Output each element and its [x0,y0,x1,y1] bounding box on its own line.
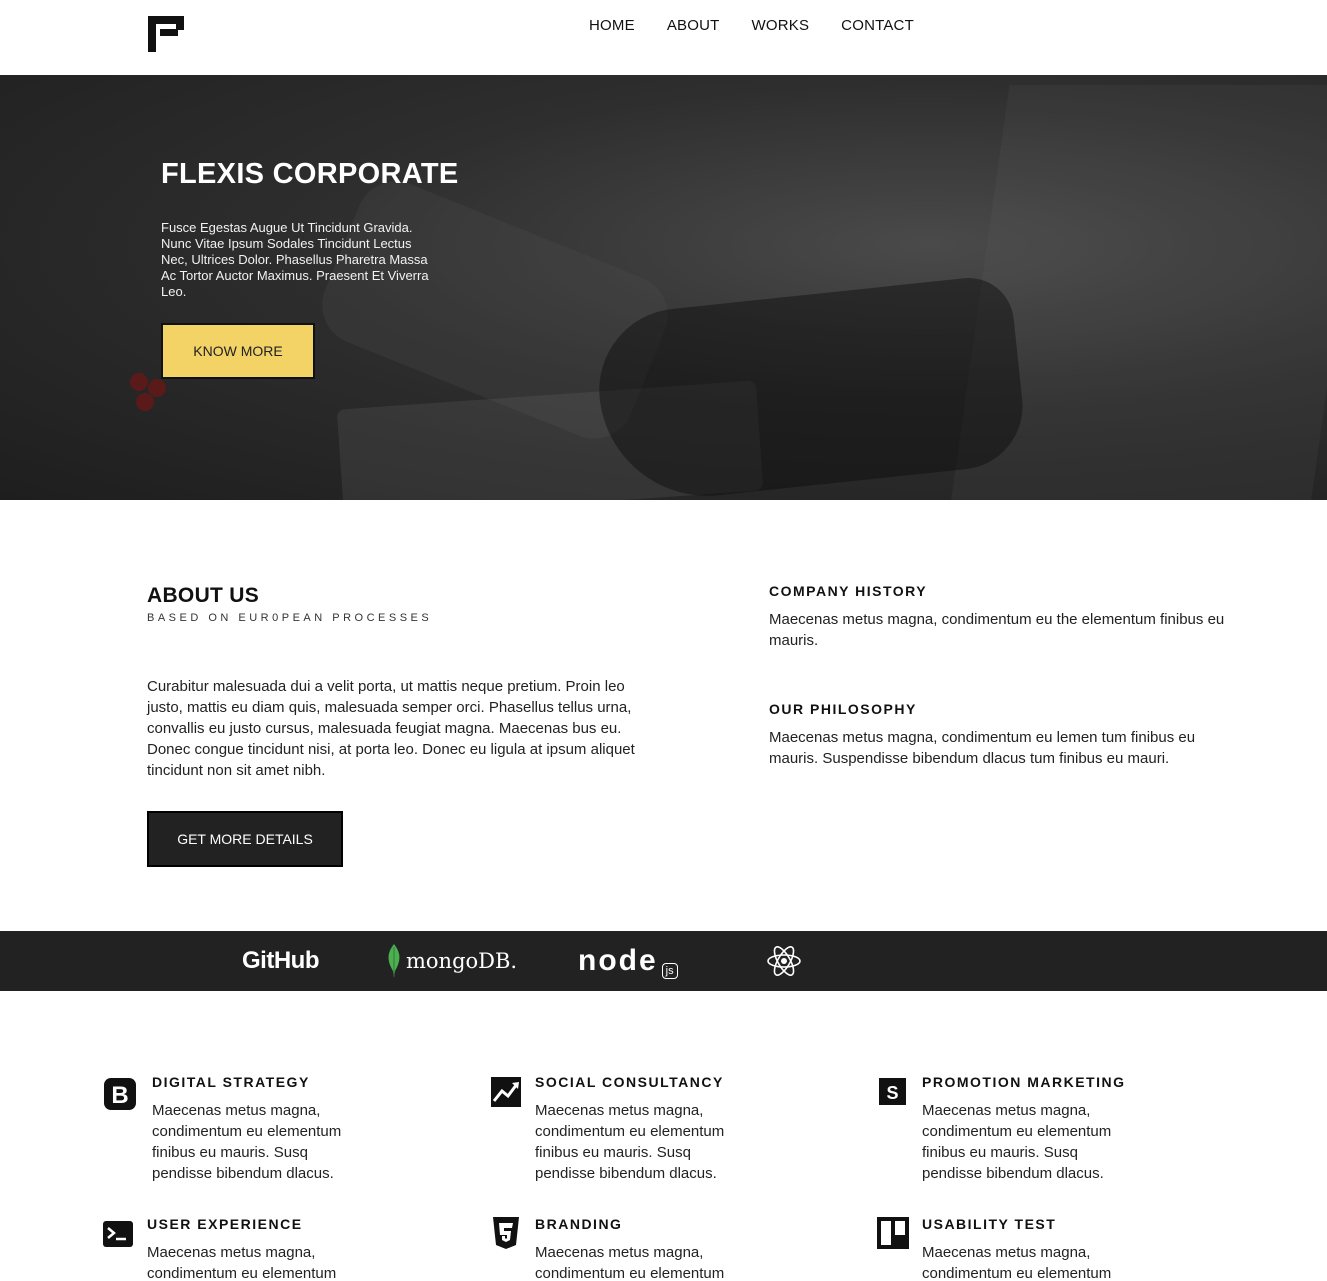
get-more-details-button[interactable]: GET MORE DETAILS [147,811,343,867]
service-title: USABILITY TEST [922,1216,1057,1232]
our-philosophy-title: OUR PHILOSOPHY [769,701,917,717]
s-square-icon: S [879,1078,906,1105]
mongodb-logo: mongoDB. [386,931,517,991]
nodejs-badge: js [661,963,678,979]
hero-title: FLEXIS CORPORATE [161,158,459,190]
svg-text:S: S [886,1083,898,1103]
hero-background-berry [130,373,148,391]
react-atom-icon [767,946,801,976]
service-title: BRANDING [535,1216,623,1232]
nav-contact-link[interactable]: CONTACT [841,17,914,35]
service-title: PROMOTION MARKETING [922,1074,1126,1090]
nodejs-logo: node js [578,931,678,991]
service-title: USER EXPERIENCE [147,1216,303,1232]
technology-logo-strip: GitHub mongoDB. node js [0,931,1327,991]
css3-shield-icon [493,1217,519,1249]
about-subtitle: BASED ON EUR0PEAN PROCESSES [147,612,433,624]
company-history-text: Maecenas metus magna, condimentum eu the… [769,611,1225,649]
service-text: Maecenas metus magna, condimentum eu ele… [535,1244,725,1281]
mongodb-wordmark: mongoDB. [406,949,518,973]
service-text: Maecenas metus magna, condimentum eu ele… [535,1102,725,1182]
service-title: DIGITAL STRATEGY [152,1074,310,1090]
about-paragraph: Curabitur malesuada dui a velit porta, u… [147,678,635,779]
react-logo [766,931,802,991]
nav-works-link[interactable]: WORKS [752,17,810,35]
company-history-title: COMPANY HISTORY [769,583,928,599]
our-philosophy-text: Maecenas metus magna, condimentum eu lem… [769,729,1196,767]
service-text: Maecenas metus magna, condimentum eu ele… [152,1102,342,1182]
nodejs-wordmark: node [578,944,658,977]
flexis-f-logo-icon[interactable] [147,15,185,53]
about-title: ABOUT US [147,584,260,607]
terminal-icon [103,1221,133,1247]
service-text: Maecenas metus magna, condimentum eu ele… [922,1102,1112,1182]
site-header: HOME ABOUT WORKS CONTACT [0,0,1327,75]
line-chart-icon [491,1077,521,1107]
hero-background-berry [136,393,154,411]
nav-about-link[interactable]: ABOUT [667,17,720,35]
github-logo: GitHub [242,947,319,974]
nav-home-link[interactable]: HOME [589,17,635,35]
service-title: SOCIAL CONSULTANCY [535,1074,724,1090]
mongodb-leaf-icon [388,944,400,978]
service-text: Maecenas metus magna, condimentum eu ele… [147,1244,337,1281]
trello-board-icon [877,1217,909,1249]
know-more-button[interactable]: KNOW MORE [161,323,315,379]
main-nav: HOME ABOUT WORKS CONTACT [589,17,914,35]
service-text: Maecenas metus magna, condimentum eu ele… [922,1244,1112,1281]
hero-description: Fusce Egestas Augue Ut Tincidunt Gravida… [161,220,429,299]
bootstrap-b-icon: B [104,1078,136,1110]
svg-text:B: B [111,1082,128,1109]
